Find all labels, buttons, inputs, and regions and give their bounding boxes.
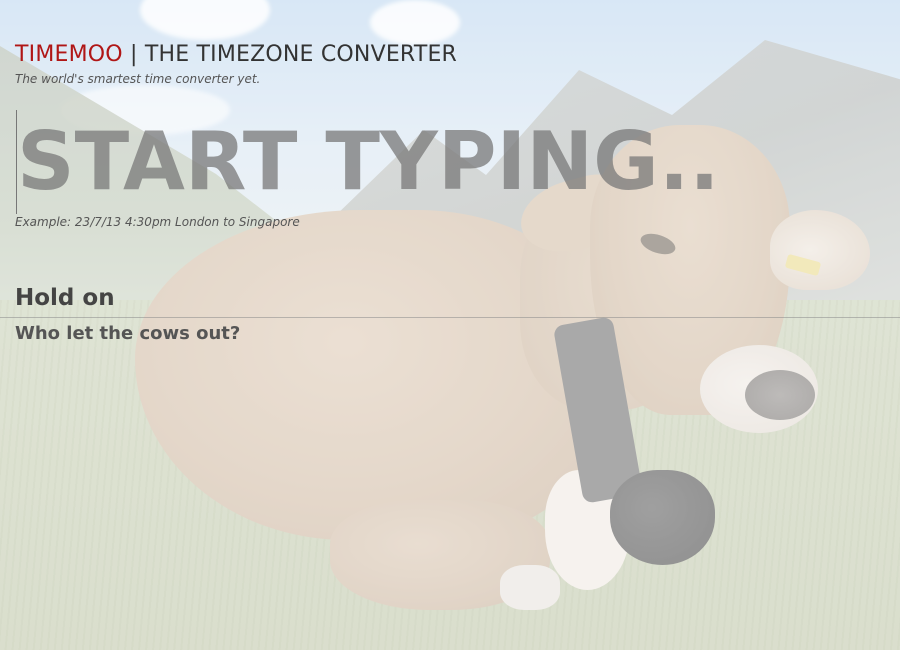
app-title: TIMEMOO | THE TIMEZONE CONVERTER bbox=[15, 42, 457, 67]
result-heading: Hold on bbox=[15, 285, 115, 311]
app-subtitle-title: THE TIMEZONE CONVERTER bbox=[144, 42, 458, 67]
title-separator: | bbox=[122, 42, 145, 67]
result-message: Who let the cows out? bbox=[15, 323, 241, 344]
text-caret bbox=[16, 110, 17, 214]
divider bbox=[0, 317, 900, 318]
time-query-input[interactable] bbox=[15, 110, 717, 214]
example-hint: Example: 23/7/13 4:30pm London to Singap… bbox=[15, 215, 300, 229]
page: TIMEMOO | THE TIMEZONE CONVERTER The wor… bbox=[0, 0, 900, 650]
time-input-wrapper bbox=[15, 110, 717, 214]
brand-name[interactable]: TIMEMOO bbox=[15, 42, 123, 67]
tagline: The world's smartest time converter yet. bbox=[15, 72, 261, 86]
